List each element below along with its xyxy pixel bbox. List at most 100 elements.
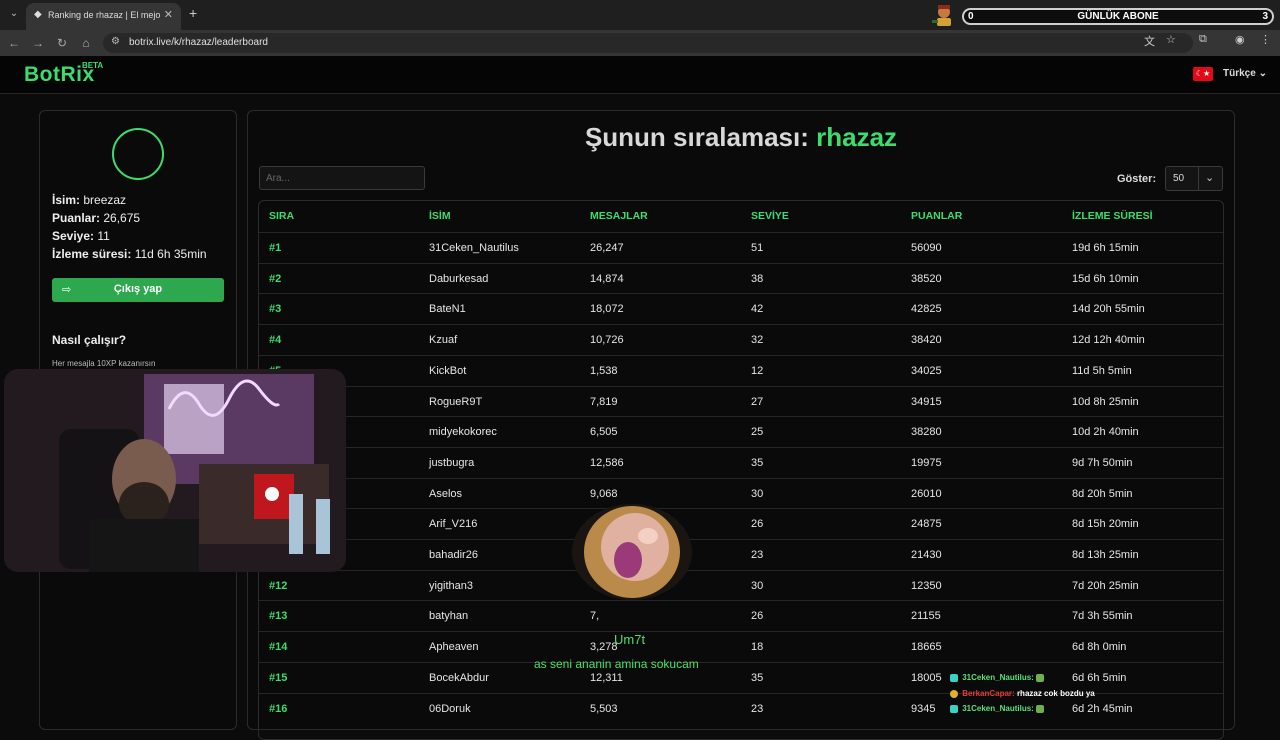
alert-username: Um7t bbox=[614, 632, 646, 647]
name-cell: bahadir26 bbox=[429, 549, 478, 561]
profile-icon[interactable]: ◉ bbox=[1235, 33, 1245, 46]
watch-time-cell: 9d 7h 50min bbox=[1072, 456, 1133, 469]
points-label: Puanlar: bbox=[52, 211, 101, 225]
points-cell: 26010 bbox=[911, 487, 942, 500]
translate-icon[interactable]: 文 bbox=[1144, 33, 1155, 49]
messages-cell: 1,538 bbox=[590, 364, 618, 377]
points-cell: 21155 bbox=[911, 610, 941, 623]
column-header[interactable]: İZLEME SÜRESİ bbox=[1072, 210, 1153, 222]
points-cell: 42825 bbox=[911, 303, 942, 316]
daily-subscriber-widget: 0 GÜNLÜK ABONE 3 bbox=[930, 4, 1276, 26]
points-cell: 18005 bbox=[911, 671, 942, 684]
rank-cell: #4 bbox=[269, 334, 282, 347]
tab-close-icon[interactable]: ✕ bbox=[164, 8, 173, 21]
name-cell: midyekokorec bbox=[429, 426, 497, 439]
table-row: #5KickBot1,538123402511d 5h 5min bbox=[259, 354, 1223, 386]
watch-time-cell: 10d 8h 25min bbox=[1072, 395, 1139, 408]
forward-icon[interactable]: → bbox=[30, 35, 46, 51]
back-icon[interactable]: ← bbox=[6, 35, 22, 51]
column-header[interactable]: PUANLAR bbox=[911, 210, 962, 222]
table-row: #6RogueR9T7,819273491510d 8h 25min bbox=[259, 385, 1223, 417]
level-cell: 26 bbox=[751, 610, 764, 623]
logout-label: Çıkış yap bbox=[113, 283, 163, 295]
bookmark-star-icon[interactable]: ☆ bbox=[1166, 33, 1176, 46]
extensions-icon[interactable]: ⧉ bbox=[1199, 33, 1207, 46]
browser-tab[interactable]: ◆ Ranking de rhazaz | El mejor s ✕ bbox=[26, 3, 181, 30]
points-cell: 38520 bbox=[911, 272, 942, 285]
rank-cell: #13 bbox=[269, 610, 288, 623]
home-icon[interactable]: ⌂ bbox=[78, 35, 94, 51]
profile-name: İsim: breezaz bbox=[52, 193, 126, 207]
search-input[interactable] bbox=[259, 166, 425, 190]
messages-cell: 18,072 bbox=[590, 303, 624, 316]
how-it-works-title: Nasıl çalışır? bbox=[52, 333, 127, 347]
level-cell: 38 bbox=[751, 272, 764, 285]
page-size-select[interactable]: 50 ⌄ bbox=[1165, 166, 1223, 191]
name-cell: RogueR9T bbox=[429, 395, 483, 408]
table-row: #2 Daburkesad 14,874 38 38520 15d 6h 10min bbox=[259, 262, 1223, 294]
turkey-flag-icon: ☾★ bbox=[1193, 67, 1213, 81]
tab-search-icon[interactable]: ⌄ bbox=[6, 6, 22, 22]
messages-cell: 7,819 bbox=[590, 395, 618, 408]
messages-cell: 26,247 bbox=[590, 242, 624, 254]
name-cell: 06Doruk bbox=[429, 702, 471, 715]
profile-watch-time: İzleme süresi: 11d 6h 35min bbox=[52, 247, 207, 261]
favicon-icon: ◆ bbox=[34, 9, 42, 20]
alert-avatar-image bbox=[572, 504, 692, 600]
subscriber-progress-bar: 0 GÜNLÜK ABONE 3 bbox=[962, 8, 1274, 25]
points-cell: 12350 bbox=[911, 579, 942, 592]
watch-value: 11d 6h 35min bbox=[134, 247, 207, 261]
table-row: #13 batyhan 7, 26 21155 7d 3h 55min bbox=[259, 600, 1223, 631]
reload-icon[interactable]: ↻ bbox=[54, 35, 70, 51]
level-cell: 26 bbox=[751, 518, 764, 531]
webcam-overlay bbox=[4, 369, 346, 572]
rank-cell: #2 bbox=[269, 272, 282, 285]
rank-cell: #12 bbox=[269, 579, 288, 592]
column-header[interactable]: İSİM bbox=[429, 210, 451, 222]
points-cell: 9345 bbox=[911, 702, 936, 715]
chat-line: 31Ceken_Nautilus: bbox=[950, 673, 1280, 682]
level-cell: 30 bbox=[751, 487, 764, 500]
menu-icon[interactable]: ⋮ bbox=[1260, 33, 1271, 46]
select-divider bbox=[1198, 167, 1199, 190]
avatar bbox=[112, 128, 164, 180]
site-info-icon[interactable]: ⚙ bbox=[111, 36, 120, 47]
chat-user: 31Ceken_Nautilus: bbox=[962, 673, 1034, 682]
table-row: #12 yigithan3 30 12350 7d 20h 25min bbox=[259, 569, 1223, 601]
badge-icon bbox=[950, 689, 958, 698]
level-cell: 35 bbox=[751, 671, 764, 684]
badge-icon bbox=[950, 673, 958, 682]
points-cell: 34915 bbox=[911, 395, 942, 408]
watch-time-cell: 7d 20h 25min bbox=[1072, 579, 1139, 592]
language-label: Türkçe bbox=[1223, 68, 1256, 79]
level-cell: 51 bbox=[751, 242, 764, 254]
column-header[interactable]: MESAJLAR bbox=[590, 210, 648, 222]
name-cell: yigithan3 bbox=[429, 579, 474, 592]
column-header[interactable]: SIRA bbox=[269, 210, 294, 222]
badge-icon bbox=[950, 704, 958, 713]
subscriber-goal-title: GÜNLÜK ABONE bbox=[1077, 11, 1159, 22]
chat-message: rhazaz cok bozdu ya bbox=[1016, 689, 1095, 698]
table-header: SIRA İSİM MESAJLAR SEVİYE PUANLAR İZLEME… bbox=[259, 201, 1223, 232]
level-cell: 25 bbox=[751, 426, 764, 439]
points-value: 26,675 bbox=[103, 211, 141, 225]
new-tab-icon[interactable]: + bbox=[189, 6, 197, 20]
browser-toolbar: ← → ↻ ⌂ ⚙ botrix.live/k/rhazaz/leaderboa… bbox=[0, 30, 1280, 56]
watch-time-cell: 10d 2h 40min bbox=[1072, 426, 1139, 439]
language-selector[interactable]: Türkçe ⌄ bbox=[1223, 68, 1267, 79]
subscriber-goal: 3 bbox=[1262, 11, 1268, 22]
name-label: İsim: bbox=[52, 193, 81, 207]
table-row: #9Aselos9,06830260108d 20h 5min bbox=[259, 477, 1223, 509]
name-cell: batyhan bbox=[429, 610, 469, 623]
column-header[interactable]: SEVİYE bbox=[751, 210, 789, 222]
watch-time-cell: 11d 5h 5min bbox=[1072, 364, 1132, 377]
logout-button[interactable]: ⇨ Çıkış yap bbox=[52, 278, 224, 302]
tab-title: Ranking de rhazaz | El mejor s bbox=[48, 10, 160, 20]
table-row: #10Arif_V21626248758d 15h 20min bbox=[259, 508, 1223, 539]
rank-cell: #1 bbox=[269, 242, 282, 254]
points-cell: 18665 bbox=[911, 641, 942, 654]
level-cell: 35 bbox=[751, 456, 764, 469]
emote-icon bbox=[1036, 673, 1045, 682]
messages-cell: 5,503 bbox=[590, 702, 618, 715]
address-bar[interactable]: ⚙ botrix.live/k/rhazaz/leaderboard bbox=[103, 33, 1193, 53]
